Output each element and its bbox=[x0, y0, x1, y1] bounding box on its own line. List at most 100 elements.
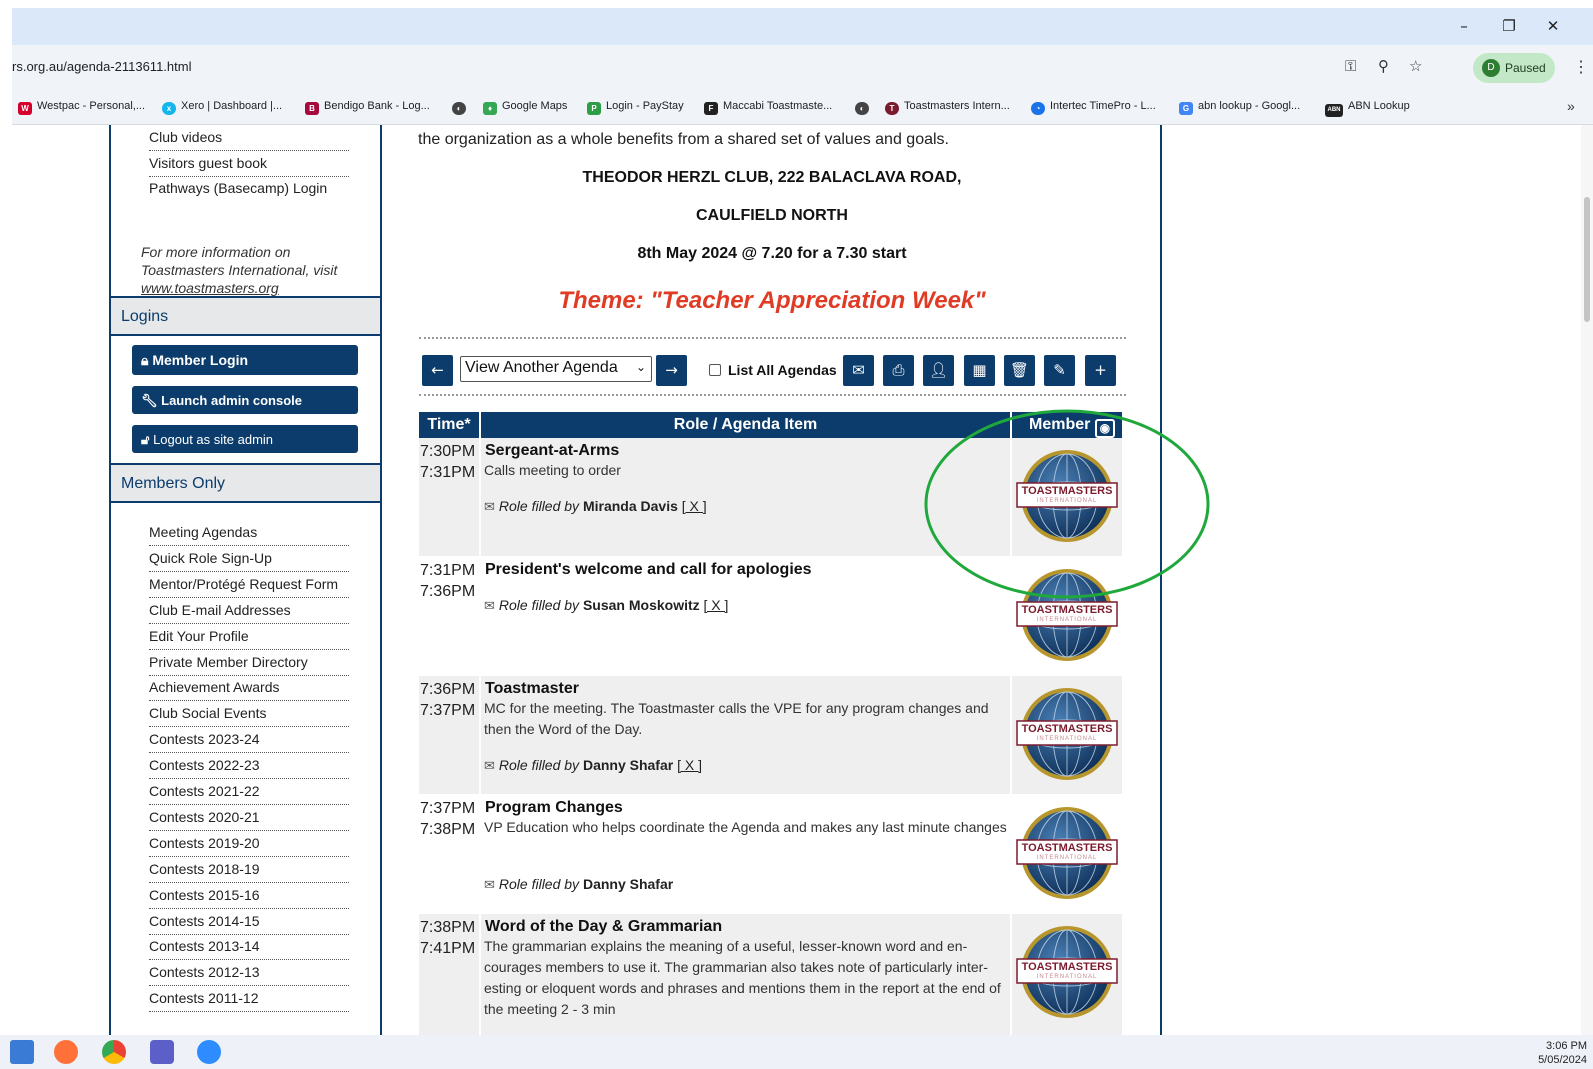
minimize-button[interactable]: – bbox=[1444, 8, 1484, 45]
sidebar-member-link[interactable]: Club Social Events bbox=[149, 701, 349, 728]
zoom-icon[interactable]: ⚲ bbox=[1378, 57, 1389, 75]
logo-text: TOASTMASTERS bbox=[1021, 723, 1113, 735]
xero-icon: x bbox=[162, 102, 176, 115]
member-photo[interactable]: TOASTMASTERS INTERNATIONAL bbox=[1012, 917, 1120, 1025]
restore-button[interactable]: ❐ bbox=[1489, 8, 1529, 45]
print-agenda-button[interactable]: ⎙ bbox=[883, 355, 914, 386]
more-menu-icon[interactable]: ⋮ bbox=[1573, 57, 1589, 77]
bookmark-timepro[interactable]: ◔ Intertec TimePro - L... bbox=[1031, 100, 1156, 115]
zoom-app-icon[interactable] bbox=[197, 1040, 221, 1064]
table-row: 7:36PM 7:37PM Toastmaster MC for the meet… bbox=[382, 676, 1162, 794]
annotation-ellipse bbox=[924, 409, 1210, 599]
toastmasters-link[interactable]: www.toastmasters.org bbox=[141, 280, 279, 296]
sidebar-member-link[interactable]: Contests 2019-20 bbox=[149, 831, 349, 857]
edit-agenda-button[interactable]: ✎ bbox=[1044, 355, 1075, 386]
sidebar-member-link[interactable]: Edit Your Profile bbox=[149, 624, 349, 650]
password-key-icon[interactable]: ⚿ bbox=[1345, 57, 1356, 75]
envelope-icon[interactable]: ✉ bbox=[484, 500, 495, 515]
role-description: MC for the meeting. The Toastmaster call… bbox=[484, 700, 989, 737]
bookmark-abn-google[interactable]: Gabn lookup - Googl... bbox=[1179, 100, 1300, 115]
member-name: Susan Moskowitz bbox=[582, 597, 700, 613]
member-photo[interactable]: TOASTMASTERS INTERNATIONAL bbox=[1012, 798, 1120, 906]
agenda-select[interactable]: View Another Agenda ⌄ bbox=[460, 356, 652, 382]
firefox-icon[interactable] bbox=[54, 1040, 78, 1064]
map-pin-icon: ♦ bbox=[483, 102, 497, 115]
members-only-heading: Members Only bbox=[111, 463, 380, 503]
sidebar-member-link[interactable]: Private Member Directory bbox=[149, 650, 349, 676]
bookmark-abn-lookup[interactable]: ABN ABN Lookup bbox=[1325, 100, 1410, 117]
bookmark-xero[interactable]: x Xero | Dashboard |... bbox=[162, 100, 282, 115]
trash-icon: 🗑︎ bbox=[1009, 361, 1030, 379]
bookmark-toastmasters[interactable]: T Toastmasters Intern... bbox=[885, 100, 1010, 115]
sidebar-info: For more information on Toastmasters Int… bbox=[141, 243, 356, 297]
end-time: 7:41PM bbox=[420, 940, 476, 957]
bookmark-globe-2[interactable]: ◐ bbox=[855, 100, 874, 115]
sidebar-member-link[interactable]: Contests 2015-16 bbox=[149, 883, 349, 909]
button-label: Logout as site admin bbox=[153, 432, 274, 447]
role-filled-by: ✉ Role filled by Danny Shafar [ X ] bbox=[484, 757, 702, 774]
abn-icon: ABN bbox=[1325, 104, 1343, 117]
page-scrollbar[interactable] bbox=[1581, 125, 1593, 1035]
url-field[interactable]: rs.org.au/agenda-2113611.html bbox=[12, 59, 191, 74]
sidebar-member-link[interactable]: Meeting Agendas bbox=[149, 520, 349, 546]
sidebar-member-link[interactable]: Quick Role Sign-Up bbox=[149, 546, 349, 572]
bookmarks-overflow-icon[interactable]: » bbox=[1567, 98, 1575, 114]
next-agenda-button[interactable]: → bbox=[656, 355, 687, 386]
taskbar: 3:06 PM 5/05/2024 bbox=[0, 1035, 1593, 1069]
sidebar-member-link[interactable]: Contests 2021-22 bbox=[149, 779, 349, 805]
logout-admin-button[interactable]: 🔓︎ Logout as site admin bbox=[132, 425, 358, 453]
add-agenda-button[interactable]: + bbox=[1085, 355, 1116, 386]
scrollbar-thumb[interactable] bbox=[1584, 197, 1590, 322]
envelope-icon[interactable]: ✉ bbox=[484, 878, 495, 893]
sidebar: Club videos Visitors guest book Pathways… bbox=[109, 125, 382, 1035]
start-time: 7:30PM bbox=[420, 443, 476, 460]
envelope-icon[interactable]: ✉ bbox=[484, 759, 495, 774]
bookmark-star-icon[interactable]: ☆ bbox=[1409, 57, 1422, 75]
chevron-down-icon: ⌄ bbox=[635, 360, 646, 374]
chrome-icon[interactable] bbox=[102, 1040, 126, 1064]
remove-member-link[interactable]: [ X ] bbox=[677, 757, 702, 773]
table-view-button[interactable]: ▦ bbox=[964, 355, 995, 386]
bookmark-paystay[interactable]: P Login - PayStay bbox=[587, 100, 684, 115]
close-button[interactable]: ✕ bbox=[1533, 8, 1573, 45]
member-login-button[interactable]: 🔒︎ Member Login bbox=[132, 345, 358, 375]
bookmark-bendigo[interactable]: B Bendigo Bank - Log... bbox=[305, 100, 430, 115]
admin-console-button[interactable]: 🔧︎ Launch admin console bbox=[132, 386, 358, 414]
role-filled-label: Role filled by bbox=[498, 498, 580, 514]
role-title: Program Changes bbox=[485, 799, 623, 816]
sidebar-member-link[interactable]: Contests 2012-13 bbox=[149, 960, 349, 987]
bookmark-globe-1[interactable]: ◐ bbox=[452, 100, 471, 115]
bookmark-google-maps[interactable]: ♦ Google Maps bbox=[483, 100, 567, 115]
sidebar-member-link[interactable]: Contests 2013-14 bbox=[149, 934, 349, 961]
time-column-header: Time* bbox=[419, 412, 479, 438]
sidebar-member-link[interactable]: Contests 2023-24 bbox=[149, 727, 349, 754]
profile-button[interactable]: D Paused bbox=[1473, 53, 1555, 83]
remove-member-link[interactable]: [ X ] bbox=[704, 597, 729, 613]
envelope-icon[interactable]: ✉ bbox=[484, 599, 495, 614]
sidebar-member-link[interactable]: Contests 2011-12 bbox=[149, 986, 349, 1013]
sidebar-link-club-videos[interactable]: Club videos bbox=[149, 125, 349, 151]
list-all-agendas-checkbox[interactable]: List All Agendas bbox=[709, 362, 837, 378]
previous-agenda-button[interactable]: ← bbox=[422, 355, 453, 386]
email-agenda-button[interactable]: ✉ bbox=[843, 355, 874, 386]
sidebar-member-link[interactable]: Contests 2022-23 bbox=[149, 753, 349, 780]
bookmark-maccabi[interactable]: F Maccabi Toastmaste... bbox=[704, 100, 832, 115]
sidebar-member-link[interactable]: Contests 2018-19 bbox=[149, 857, 349, 883]
sidebar-member-link[interactable]: Contests 2014-15 bbox=[149, 909, 349, 935]
bookmark-westpac[interactable]: W Westpac - Personal,... bbox=[18, 100, 145, 115]
sidebar-link-pathways[interactable]: Pathways (Basecamp) Login bbox=[149, 176, 349, 202]
westpac-icon: W bbox=[18, 102, 32, 115]
app-icon[interactable] bbox=[10, 1040, 34, 1064]
delete-agenda-button[interactable]: 🗑︎ bbox=[1004, 355, 1035, 386]
role-filled-by: ✉ Role filled by Danny Shafar bbox=[484, 876, 673, 893]
sidebar-member-link[interactable]: Mentor/Protégé Request Form bbox=[149, 572, 349, 598]
member-photo[interactable]: TOASTMASTERS INTERNATIONAL bbox=[1012, 679, 1120, 787]
teams-icon[interactable] bbox=[150, 1040, 174, 1064]
user-agenda-button[interactable]: 👤︎ bbox=[923, 355, 954, 386]
remove-member-link[interactable]: [ X ] bbox=[682, 498, 707, 514]
sidebar-member-link[interactable]: Achievement Awards bbox=[149, 675, 349, 702]
sidebar-member-link[interactable]: Club E-mail Addresses bbox=[149, 598, 349, 624]
sidebar-member-link[interactable]: Contests 2020-21 bbox=[149, 805, 349, 831]
sidebar-link-guest-book[interactable]: Visitors guest book bbox=[149, 151, 349, 177]
system-clock[interactable]: 3:06 PM 5/05/2024 bbox=[1538, 1039, 1587, 1067]
